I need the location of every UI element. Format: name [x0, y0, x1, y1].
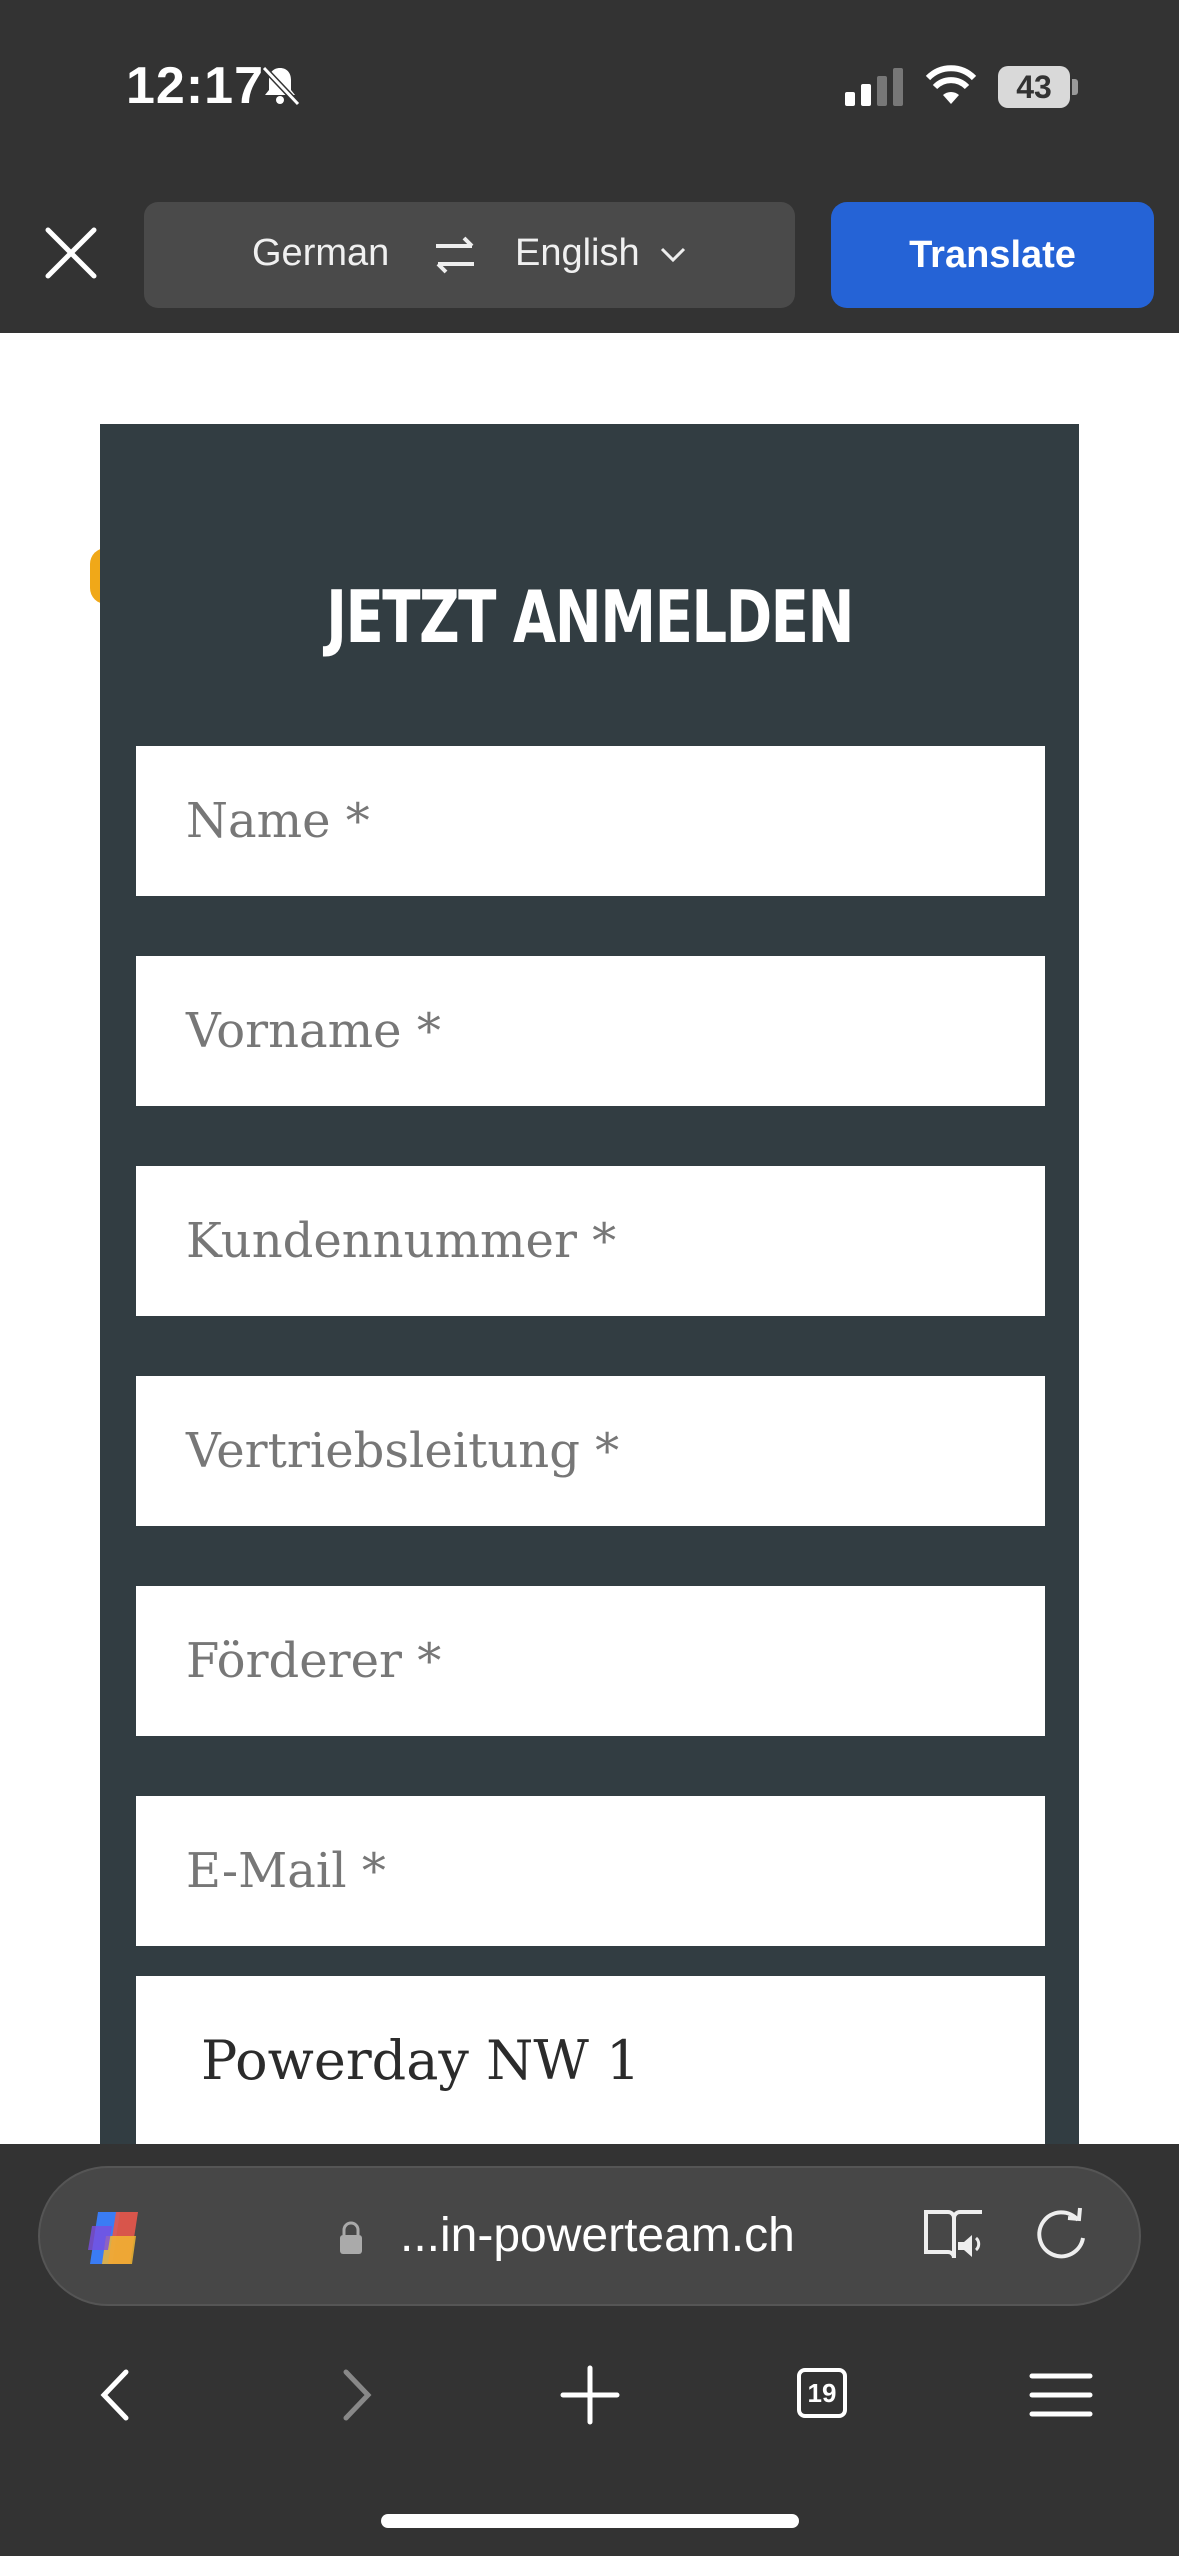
- cellular-signal-icon: [845, 68, 903, 106]
- email-field[interactable]: E-Mail *: [136, 1796, 1045, 1946]
- copilot-icon[interactable]: [84, 2206, 152, 2270]
- tab-count: 19: [807, 2378, 837, 2408]
- sponsor-field[interactable]: Förderer *: [136, 1586, 1045, 1736]
- url-text[interactable]: ...in-powerteam.ch: [400, 2208, 795, 2263]
- customer-number-placeholder: Kundennummer *: [186, 1213, 617, 1269]
- menu-icon[interactable]: [1026, 2360, 1096, 2430]
- name-placeholder: Name *: [186, 793, 370, 849]
- status-time: 12:17: [126, 57, 264, 115]
- new-tab-icon[interactable]: [555, 2360, 625, 2430]
- sponsor-placeholder: Förderer *: [186, 1633, 442, 1689]
- silent-bell-icon: [261, 65, 301, 107]
- sales-management-field[interactable]: Vertriebsleitung *: [136, 1376, 1045, 1526]
- battery-level: 43: [1016, 69, 1052, 105]
- tabs-icon[interactable]: 19: [789, 2360, 859, 2430]
- source-language[interactable]: German: [252, 232, 389, 275]
- wifi-icon: [925, 65, 977, 104]
- home-indicator[interactable]: [381, 2514, 799, 2528]
- reload-icon[interactable]: [1032, 2204, 1090, 2262]
- forward-icon[interactable]: [320, 2360, 390, 2430]
- chevron-down-icon[interactable]: [660, 246, 686, 264]
- event-select[interactable]: Powerday NW 1: [136, 1976, 1045, 2144]
- battery-icon: 43: [998, 66, 1080, 108]
- first-name-placeholder: Vorname *: [186, 1003, 441, 1059]
- name-field[interactable]: Name *: [136, 746, 1045, 896]
- target-language[interactable]: English: [515, 232, 640, 275]
- swap-languages-icon[interactable]: [432, 234, 478, 276]
- lock-icon: [340, 2221, 362, 2254]
- reader-mode-icon[interactable]: [922, 2206, 988, 2264]
- first-name-field[interactable]: Vorname *: [136, 956, 1045, 1106]
- back-icon[interactable]: [82, 2360, 152, 2430]
- customer-number-field[interactable]: Kundennummer *: [136, 1166, 1045, 1316]
- form-title: JETZT ANMELDEN: [326, 575, 854, 659]
- sales-management-placeholder: Vertriebsleitung *: [186, 1423, 620, 1479]
- close-icon[interactable]: [40, 222, 102, 284]
- email-placeholder: E-Mail *: [186, 1843, 386, 1899]
- translate-button[interactable]: Translate: [831, 202, 1154, 308]
- event-select-value: Powerday NW 1: [201, 2028, 641, 2092]
